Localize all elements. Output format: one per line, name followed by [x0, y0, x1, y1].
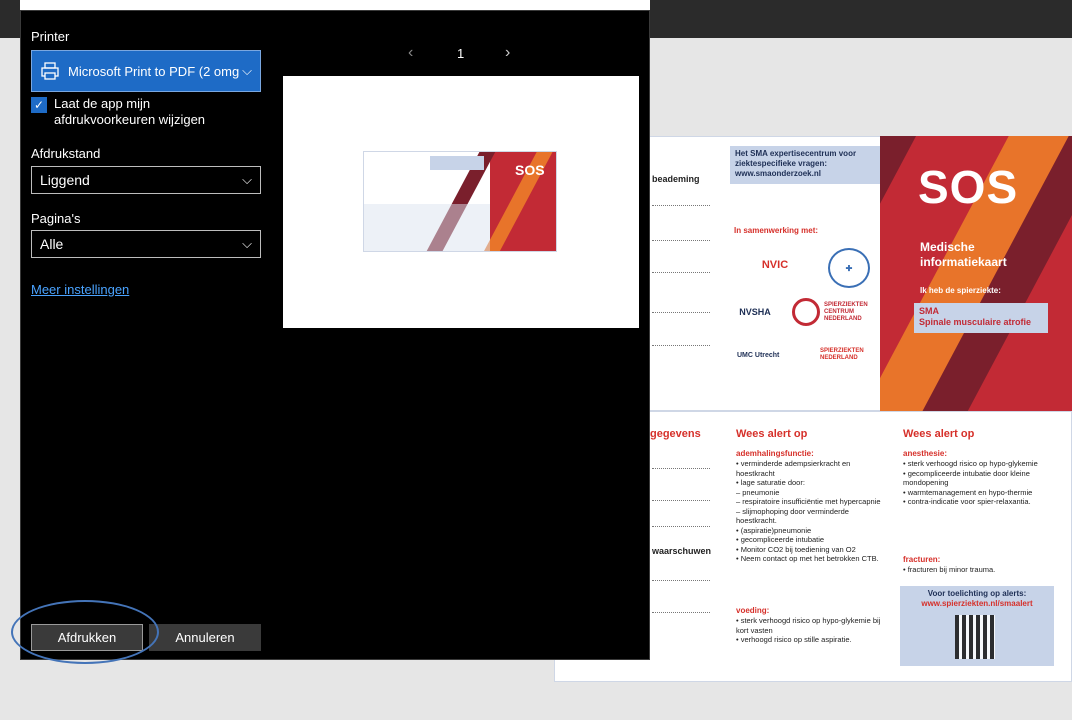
- lung-society-logo: ✚: [828, 248, 870, 288]
- nvic-logo: NVIC: [761, 259, 789, 271]
- chevron-down-icon: ⌵: [242, 236, 252, 251]
- fracturen-heading: fracturen:: [903, 555, 941, 564]
- page-number: 1: [457, 46, 465, 61]
- nvsha-logo: NVSHA: [739, 307, 771, 317]
- printer-icon: [41, 62, 59, 80]
- medical-card-title: Medische informatiekaart: [920, 240, 1007, 269]
- expertise-center-box: Het SMA expertisecentrum voor ziektespec…: [730, 146, 880, 184]
- field-line: [652, 312, 710, 313]
- alert-title-2: Wees alert op: [903, 428, 975, 440]
- disease-intro: Ik heb de spierziekte:: [920, 286, 1001, 295]
- field-line: [652, 205, 710, 206]
- orientation-value: Liggend: [40, 172, 90, 188]
- preview-bottom-band: [364, 204, 490, 251]
- chevron-down-icon: ⌵: [242, 63, 252, 78]
- field-line: [652, 240, 710, 241]
- more-settings-link[interactable]: Meer instellingen: [31, 282, 129, 297]
- ventilation-label: beademing: [652, 174, 700, 184]
- orientation-label: Afdrukstand: [31, 146, 101, 161]
- field-line: [652, 612, 710, 613]
- app-preferences-checkbox[interactable]: ✓: [31, 97, 47, 113]
- preview-sos: SOS: [515, 162, 545, 178]
- alert-url: www.spierziekten.nl/smaalert: [921, 599, 1033, 608]
- app-preferences-label: Laat de app mijn afdrukvoorkeuren wijzig…: [54, 96, 206, 127]
- orientation-select[interactable]: Liggend ⌵: [31, 166, 261, 194]
- prev-page-icon[interactable]: ‹: [408, 44, 413, 62]
- voeding-text: • sterk verhoogd risico op hypo-glykemie…: [736, 616, 881, 644]
- field-line: [652, 500, 710, 501]
- field-line: [652, 526, 710, 527]
- anesthesie-heading: anesthesie:: [903, 449, 948, 458]
- ademhaling-heading: ademhalingsfunctie:: [736, 449, 814, 458]
- ademhaling-text: • verminderde adempsierkracht en hoestkr…: [736, 459, 881, 563]
- voeding-heading: voeding:: [736, 606, 770, 615]
- printer-value: Microsoft Print to PDF (2 omg: [68, 63, 240, 79]
- cancel-button[interactable]: Annuleren: [149, 624, 261, 651]
- printer-label: Printer: [31, 29, 70, 44]
- spierziekten-centrum-logo: SPIERZIEKTEN CENTRUM NEDERLAND: [824, 302, 868, 322]
- gegevens-heading: gegevens: [650, 428, 701, 440]
- pages-select[interactable]: Alle ⌵: [31, 230, 261, 258]
- umc-logo: UMC Utrecht: [737, 352, 780, 359]
- field-line: [652, 272, 710, 273]
- pages-value: Alle: [40, 236, 64, 252]
- alert-title-1: Wees alert op: [736, 428, 808, 440]
- preview-infobox: [430, 156, 484, 170]
- spierziekten-nl-logo: SPIERZIEKTEN NEDERLAND: [820, 348, 864, 361]
- sma-box: SMA Spinale musculaire atrofie: [914, 303, 1048, 333]
- preview-card-thumbnail: SOS: [363, 151, 557, 252]
- sma-full: Spinale musculaire atrofie: [919, 317, 1032, 327]
- next-page-icon[interactable]: ›: [505, 44, 510, 62]
- anesthesie-text: • sterk verhoogd risico op hypo-glykemie…: [903, 459, 1038, 506]
- sma-abbr: SMA: [919, 306, 939, 316]
- printer-select[interactable]: Microsoft Print to PDF (2 omg ⌵: [31, 50, 261, 92]
- qr-code: [955, 615, 995, 659]
- fracturen-text: • fracturen bij minor trauma.: [903, 565, 996, 574]
- alert-info-label: Voor toelichting op alerts:: [927, 589, 1027, 598]
- field-line: [652, 580, 710, 581]
- partnership-label: In samenwerking met:: [734, 226, 819, 235]
- sos-title: SOS: [918, 161, 1019, 213]
- waarschuwen-label: waarschuwen: [652, 546, 712, 556]
- field-line: [652, 345, 710, 346]
- field-line: [652, 468, 710, 469]
- chevron-down-icon: ⌵: [242, 172, 252, 187]
- pages-label: Pagina's: [31, 211, 81, 226]
- annotation-ellipse: [11, 600, 159, 664]
- spierziekten-centrum-logo-mark: [792, 298, 820, 326]
